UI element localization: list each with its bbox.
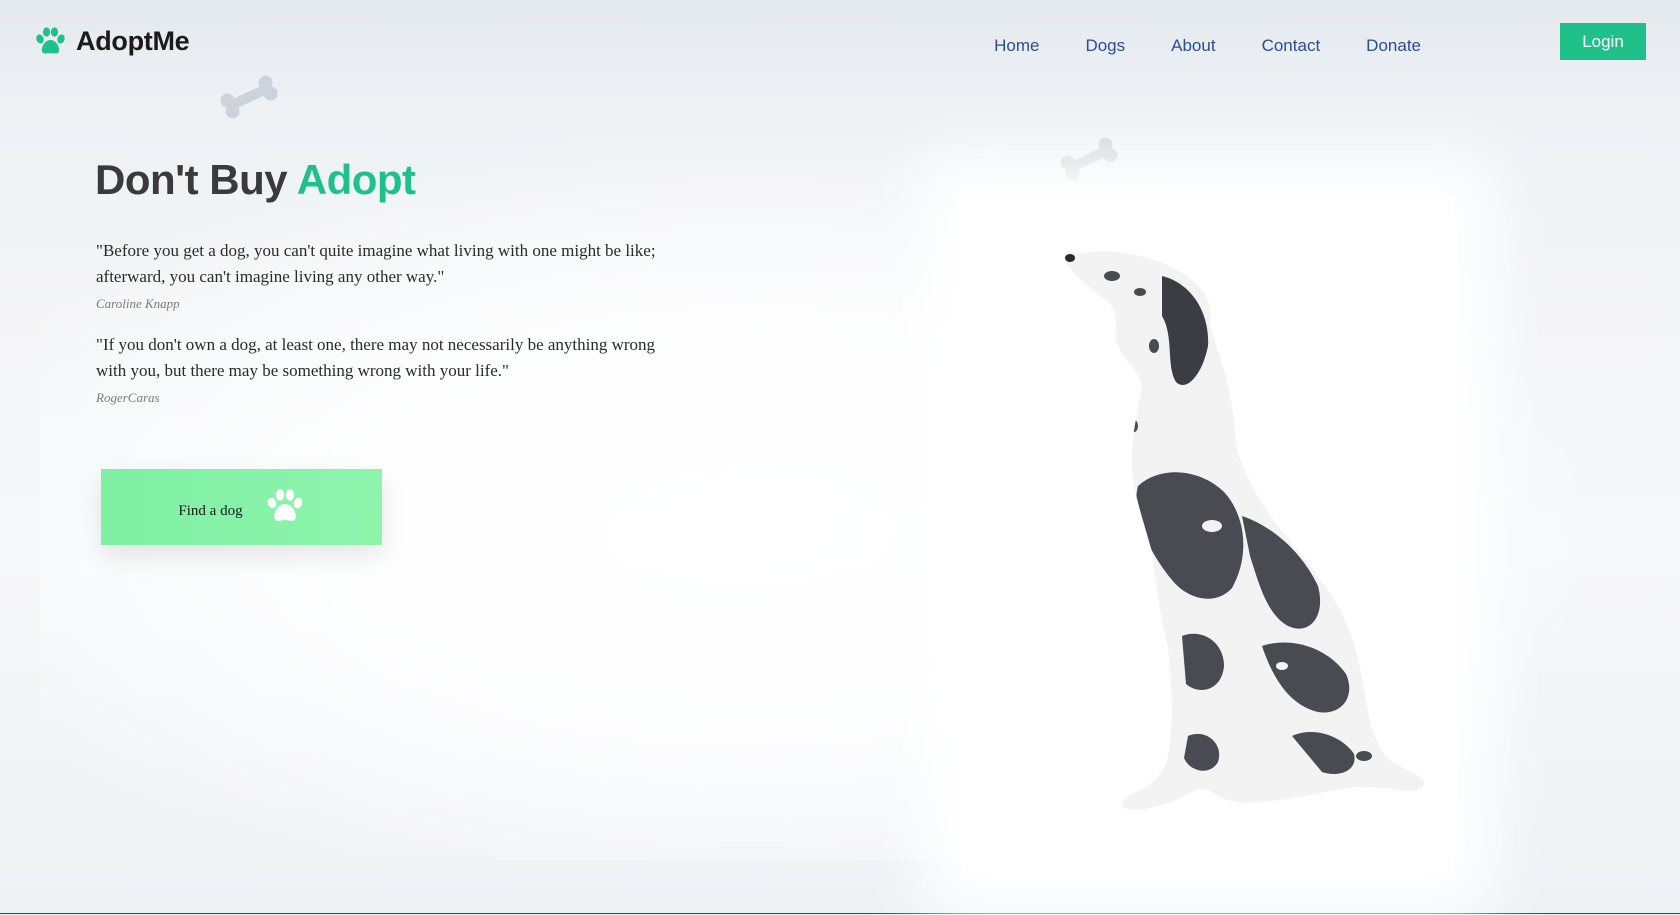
main-nav: Home Dogs About Contact Donate — [971, 32, 1444, 60]
hero-title: Don't Buy Adopt — [95, 156, 416, 204]
nav-home[interactable]: Home — [971, 32, 1062, 60]
login-button[interactable]: Login — [1560, 23, 1646, 60]
brand-name: AdoptMe — [76, 26, 190, 56]
quote-text: "Before you get a dog, you can't quite i… — [96, 241, 656, 286]
dog-image-frame — [962, 196, 1454, 878]
quote-author: Caroline Knapp — [96, 296, 180, 311]
hero-title-accent: Adopt — [296, 156, 416, 203]
quote-text: "If you don't own a dog, at least one, t… — [96, 335, 656, 380]
bone-icon — [220, 75, 278, 119]
find-a-dog-label: Find a dog — [178, 502, 243, 519]
find-a-dog-button[interactable]: Find a dog — [101, 469, 382, 545]
great-dane-dog-image — [1065, 251, 1424, 810]
viewport: AdoptMe Home Dogs About Contact Donate L… — [0, 0, 1680, 914]
quote-author: RogerCaras — [96, 390, 160, 405]
paw-icon — [267, 489, 302, 521]
nav-donate[interactable]: Donate — [1343, 32, 1444, 60]
hero-title-text: Don't Buy — [95, 156, 297, 203]
nav-about[interactable]: About — [1148, 32, 1238, 60]
paw-icon — [36, 26, 65, 53]
brand-logo[interactable]: AdoptMe — [34, 26, 190, 57]
nav-dogs[interactable]: Dogs — [1062, 32, 1148, 60]
nav-contact[interactable]: Contact — [1239, 32, 1344, 60]
bone-icon — [1060, 137, 1118, 181]
